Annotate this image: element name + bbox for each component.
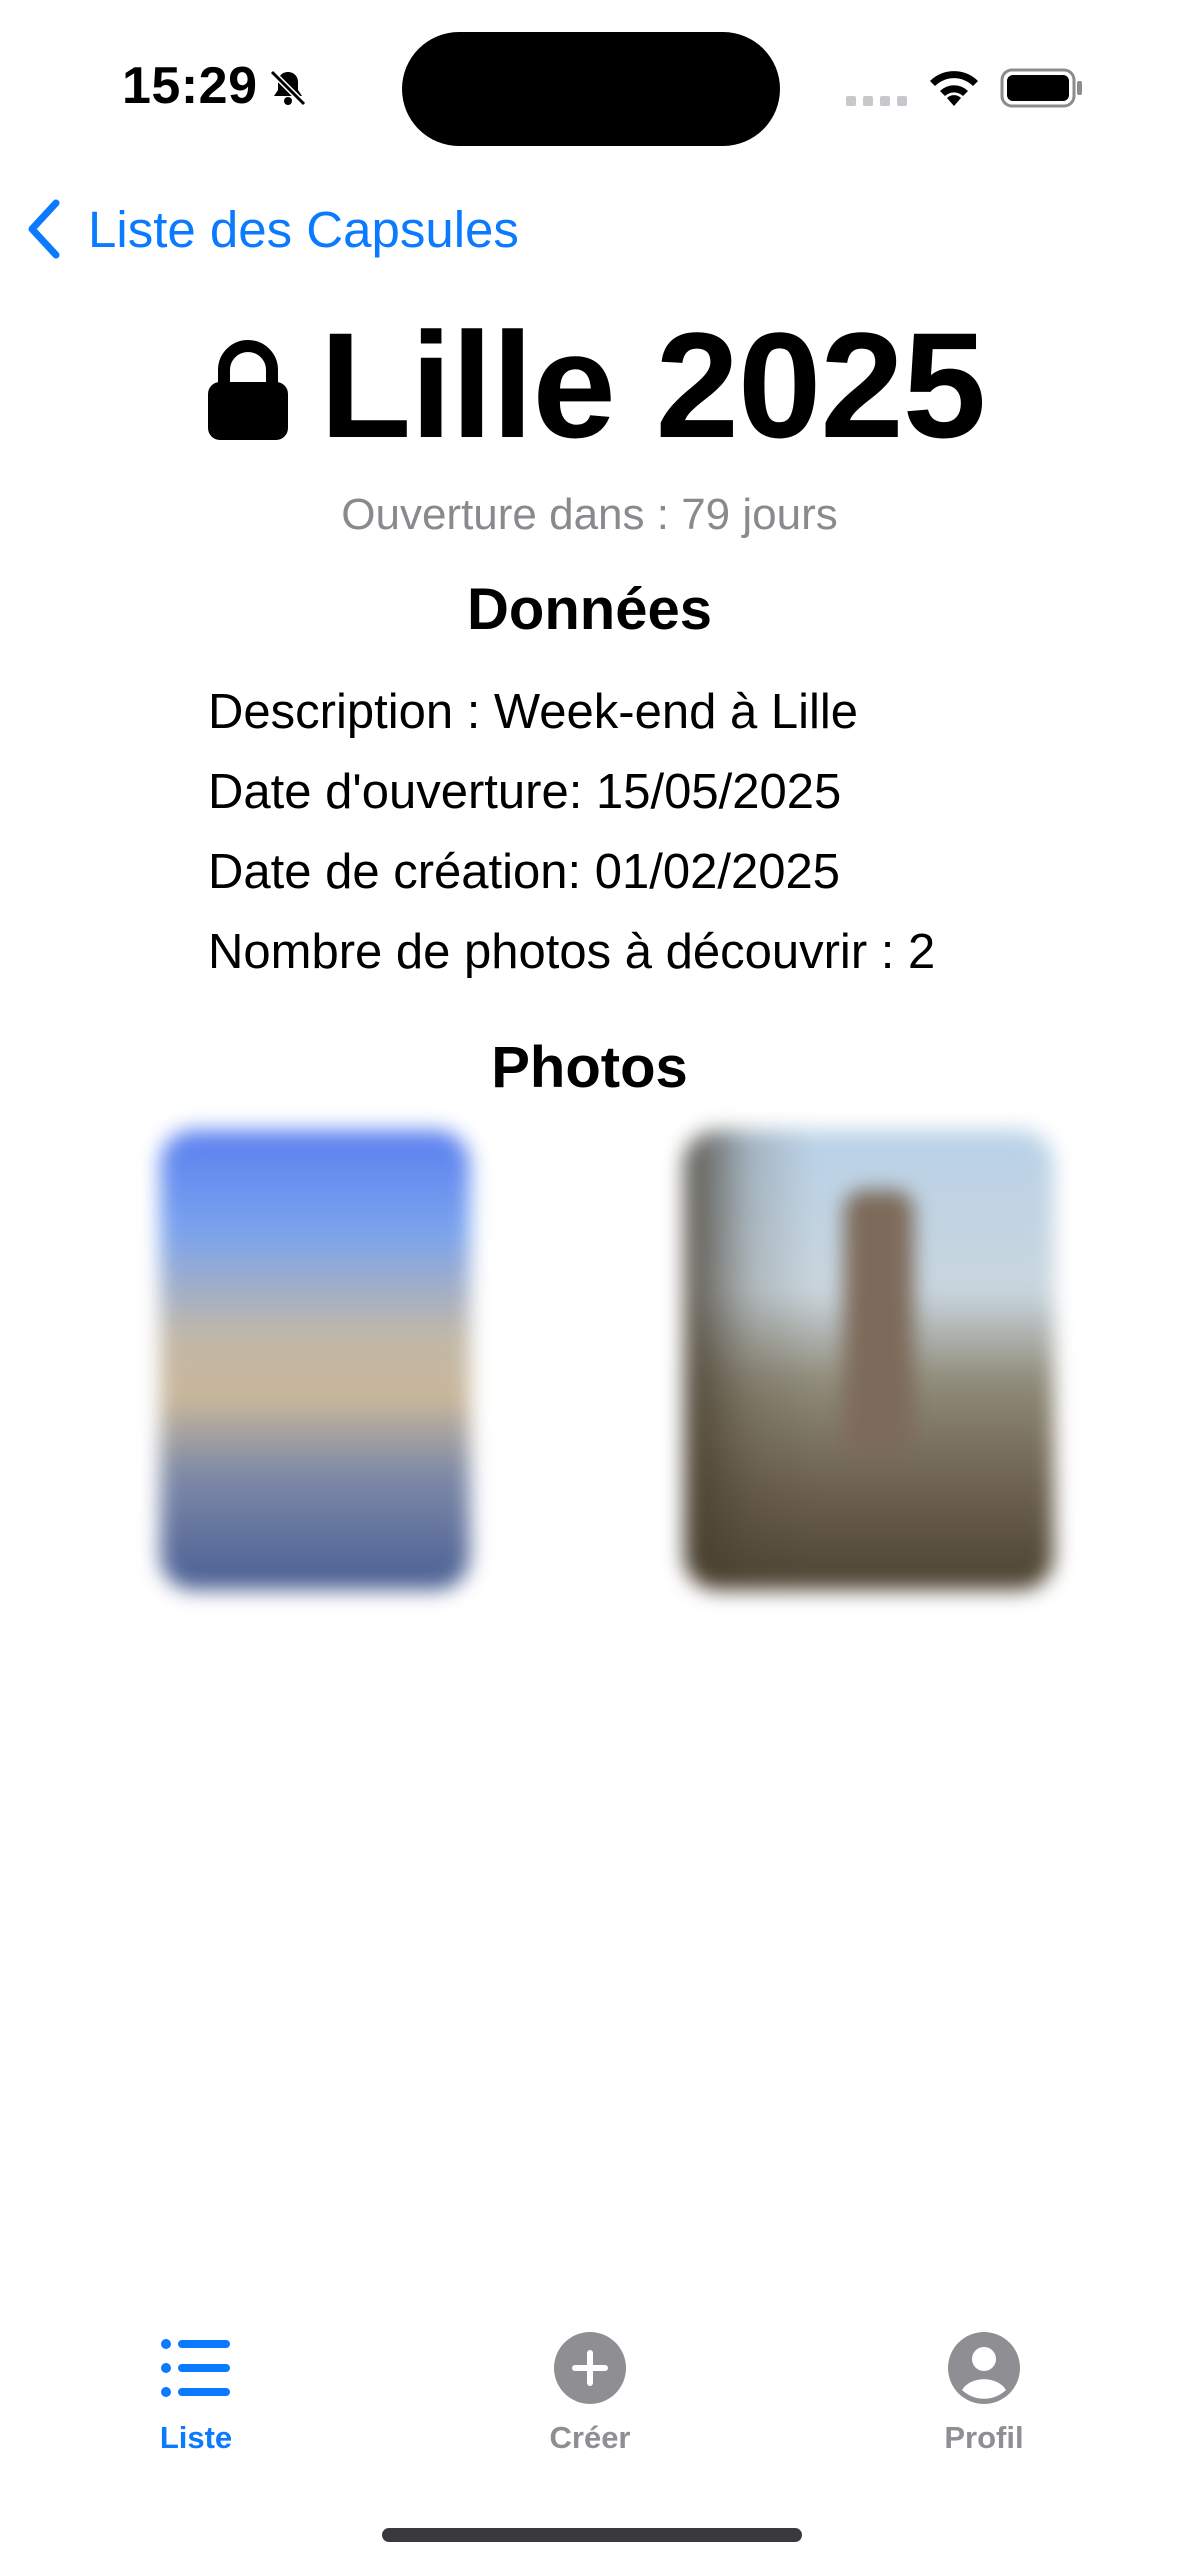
- home-indicator[interactable]: [382, 2528, 802, 2542]
- lock-icon: [207, 340, 288, 440]
- back-label: Liste des Capsules: [88, 200, 519, 258]
- tab-label: Liste: [159, 2420, 233, 2455]
- tab-label: Profil: [944, 2420, 1024, 2455]
- battery-icon: [1000, 68, 1082, 108]
- data-section-title: Données: [467, 577, 712, 642]
- capsule-header: Lille 2025: [0, 300, 1179, 470]
- person-circle-icon: [948, 2332, 1020, 2404]
- screen: 15:29 Liste des Capsules Lille 2025 Ouve…: [0, 0, 1179, 2556]
- tab-label: Créer: [549, 2420, 631, 2455]
- photo-thumbnail[interactable]: [684, 1130, 1054, 1590]
- tab-liste[interactable]: Liste: [96, 2330, 296, 2456]
- plus-circle-icon: [554, 2332, 626, 2404]
- wifi-icon: [930, 71, 978, 106]
- bell-slash-icon: [269, 69, 307, 107]
- creation-date-line: Date de création: 01/02/2025: [208, 845, 841, 899]
- page-title: Lille 2025: [319, 300, 986, 469]
- description-line: Description : Week-end à Lille: [208, 685, 859, 739]
- opening-date-line: Date d'ouverture: 15/05/2025: [208, 765, 842, 819]
- dynamic-island: [402, 32, 780, 146]
- back-button[interactable]: Liste des Capsules: [26, 196, 519, 262]
- list-icon: [161, 2339, 230, 2397]
- status-time: 15:29: [122, 57, 258, 115]
- photo-count-line: Nombre de photos à découvrir : 2: [208, 925, 936, 979]
- tab-creer[interactable]: Créer: [490, 2330, 690, 2456]
- opening-countdown: Ouverture dans : 79 jours: [341, 490, 838, 539]
- cellular-signal-icon: [846, 96, 907, 106]
- chevron-left-icon: [28, 199, 60, 259]
- photo-tower-shape: [844, 1190, 914, 1450]
- photo-thumbnail[interactable]: [160, 1130, 470, 1590]
- photos-section-title: Photos: [491, 1035, 688, 1100]
- tab-profil[interactable]: Profil: [884, 2330, 1084, 2456]
